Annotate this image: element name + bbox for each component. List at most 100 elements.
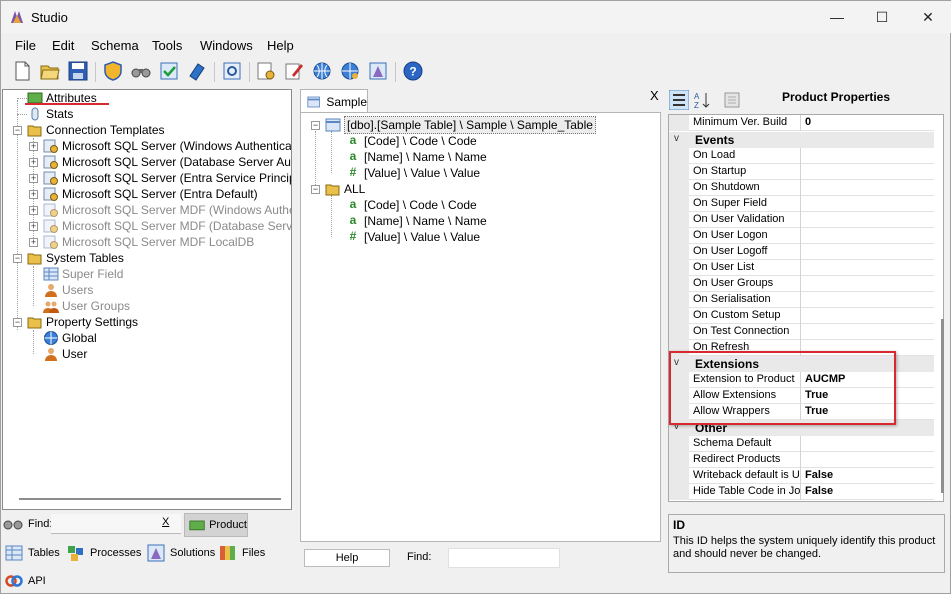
properties-title: Product Properties bbox=[782, 90, 891, 104]
maximize-button[interactable]: ☐ bbox=[859, 1, 905, 33]
menu-file[interactable]: File bbox=[15, 38, 36, 53]
nav-processes[interactable]: Processes bbox=[67, 544, 141, 562]
property-grid-scrollbar[interactable] bbox=[941, 319, 944, 493]
nav-solutions[interactable]: Solutions bbox=[147, 544, 215, 562]
tree-expand-toggle[interactable]: + bbox=[29, 158, 38, 167]
nav-files[interactable]: Files bbox=[219, 544, 265, 562]
property-row[interactable]: On Test Connection bbox=[669, 324, 934, 340]
menu-windows[interactable]: Windows bbox=[200, 38, 253, 53]
close-tab-button[interactable]: X bbox=[650, 88, 659, 103]
property-row[interactable]: Redirect Products bbox=[669, 452, 934, 468]
tree-item-users[interactable]: Users bbox=[43, 282, 93, 298]
editor-find-input[interactable] bbox=[448, 548, 560, 568]
menu-help[interactable]: Help bbox=[267, 38, 294, 53]
property-row[interactable]: Writeback default is Up False bbox=[669, 468, 934, 484]
globe-icon[interactable] bbox=[311, 60, 333, 82]
close-button[interactable]: ✕ bbox=[905, 1, 951, 33]
tree-collapse-toggle[interactable]: − bbox=[311, 185, 320, 194]
tree-item-connection[interactable]: Microsoft SQL Server (Entra Service Prin… bbox=[43, 170, 291, 186]
property-row[interactable]: On User Groups bbox=[669, 276, 934, 292]
tree-item-property-settings[interactable]: Property Settings bbox=[27, 314, 138, 330]
edit-document-icon[interactable] bbox=[283, 60, 305, 82]
tree-item-global[interactable]: Global bbox=[43, 330, 97, 346]
property-row[interactable]: On User Logoff bbox=[669, 244, 934, 260]
property-row[interactable]: On Shutdown bbox=[669, 180, 934, 196]
tree-collapse-toggle[interactable]: − bbox=[13, 254, 22, 263]
property-row[interactable]: On User Validation bbox=[669, 212, 934, 228]
field-node-value[interactable]: # [Value] \ Value \ Value bbox=[345, 229, 480, 245]
menu-edit[interactable]: Edit bbox=[52, 38, 74, 53]
tree-item-connection[interactable]: Microsoft SQL Server (Entra Default) bbox=[43, 186, 258, 202]
table-icon bbox=[5, 545, 23, 561]
open-folder-icon[interactable] bbox=[39, 60, 61, 82]
property-row[interactable]: On Load bbox=[669, 148, 934, 164]
category-events[interactable]: v Events bbox=[669, 132, 934, 148]
sort-alphabetical-icon[interactable]: AZ bbox=[692, 90, 712, 110]
user-icon bbox=[45, 348, 57, 361]
categorized-view-icon[interactable] bbox=[669, 90, 689, 110]
preview-icon[interactable] bbox=[221, 60, 243, 82]
table-root-node[interactable]: [dbo].[Sample Table] \ Sample \ Sample_T… bbox=[325, 116, 596, 134]
tree-expand-toggle[interactable]: + bbox=[29, 222, 38, 231]
menu-schema[interactable]: Schema bbox=[91, 38, 139, 53]
tree-item-connection[interactable]: Microsoft SQL Server MDF LocalDB bbox=[43, 234, 254, 250]
find-label: Find: bbox=[28, 518, 53, 530]
tree-item-connection[interactable]: Microsoft SQL Server (Database Server Au… bbox=[43, 154, 291, 170]
book-icon[interactable] bbox=[186, 60, 208, 82]
tree-item-user[interactable]: User bbox=[43, 346, 87, 362]
property-row[interactable]: On Startup bbox=[669, 164, 934, 180]
tab-sample[interactable]: Sample bbox=[300, 89, 368, 113]
property-pages-icon[interactable] bbox=[723, 90, 741, 110]
field-node-name[interactable]: a [Name] \ Name \ Name bbox=[345, 149, 487, 165]
property-row[interactable]: On Serialisation bbox=[669, 292, 934, 308]
property-row[interactable]: On Super Field bbox=[669, 196, 934, 212]
field-node-value[interactable]: # [Value] \ Value \ Value bbox=[345, 165, 480, 181]
tree-collapse-toggle[interactable]: − bbox=[13, 318, 22, 327]
help-button[interactable]: Help bbox=[304, 549, 390, 567]
tree-item-connection[interactable]: Microsoft SQL Server MDF (Database Serve… bbox=[43, 218, 291, 234]
property-row[interactable]: Schema Default bbox=[669, 436, 934, 452]
tree-item-connection[interactable]: Microsoft SQL Server (Windows Authentica… bbox=[43, 138, 291, 154]
user-group-icon bbox=[43, 301, 59, 313]
tree-item-connection-templates[interactable]: Connection Templates bbox=[27, 122, 165, 138]
property-row[interactable]: Minimum Ver. Build 0 bbox=[669, 115, 934, 131]
tree-item-system-tables[interactable]: System Tables bbox=[27, 250, 124, 266]
save-icon[interactable] bbox=[67, 60, 89, 82]
tree-item-connection[interactable]: Microsoft SQL Server MDF (Windows Authen… bbox=[43, 202, 291, 218]
product-nav-button[interactable]: Product bbox=[184, 513, 248, 537]
tree-expand-toggle[interactable]: + bbox=[29, 190, 38, 199]
solution-icon[interactable] bbox=[367, 60, 389, 82]
group-all-node[interactable]: ALL bbox=[325, 181, 365, 197]
attributes-underline-annotation bbox=[25, 103, 109, 105]
tree-expand-toggle[interactable]: + bbox=[29, 174, 38, 183]
nav-api[interactable]: API bbox=[5, 572, 46, 590]
help-icon[interactable]: ? bbox=[402, 60, 424, 82]
field-node-code[interactable]: a [Code] \ Code \ Code bbox=[345, 197, 477, 213]
clear-find-button[interactable]: X bbox=[162, 516, 169, 528]
tree-expand-toggle[interactable]: + bbox=[29, 142, 38, 151]
property-row[interactable]: On User Logon bbox=[669, 228, 934, 244]
globe-settings-icon[interactable] bbox=[339, 60, 361, 82]
tree-expand-toggle[interactable]: + bbox=[29, 206, 38, 215]
property-row[interactable]: On Custom Setup bbox=[669, 308, 934, 324]
tree-item-stats[interactable]: Stats bbox=[27, 106, 73, 122]
tree-item-super-field[interactable]: Super Field bbox=[43, 266, 123, 282]
shield-icon[interactable] bbox=[102, 60, 124, 82]
property-row[interactable]: Hide Table Code in Joi False bbox=[669, 484, 934, 500]
checklist-icon[interactable] bbox=[158, 60, 180, 82]
menu-tools[interactable]: Tools bbox=[152, 38, 182, 53]
nav-tables[interactable]: Tables bbox=[5, 544, 60, 562]
tree-collapse-toggle[interactable]: − bbox=[13, 126, 22, 135]
chevron-down-icon[interactable]: v bbox=[674, 133, 679, 144]
minimize-button[interactable]: — bbox=[814, 1, 860, 33]
property-row[interactable]: On User List bbox=[669, 260, 934, 276]
field-node-code[interactable]: a [Code] \ Code \ Code bbox=[345, 133, 477, 149]
tree-collapse-toggle[interactable]: − bbox=[311, 121, 320, 130]
field-node-name[interactable]: a [Name] \ Name \ Name bbox=[345, 213, 487, 229]
tree-horizontal-scrollbar[interactable] bbox=[19, 498, 281, 500]
document-settings-icon[interactable] bbox=[255, 60, 277, 82]
new-file-icon[interactable] bbox=[11, 60, 33, 82]
binoculars-icon[interactable] bbox=[130, 60, 152, 82]
tree-item-user-groups[interactable]: User Groups bbox=[43, 298, 130, 314]
tree-expand-toggle[interactable]: + bbox=[29, 238, 38, 247]
